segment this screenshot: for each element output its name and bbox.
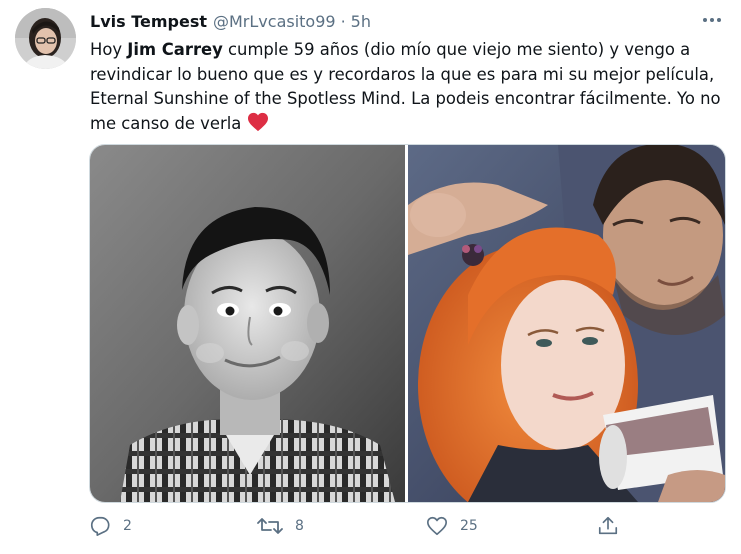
black-white-portrait-image [90,145,405,502]
timestamp[interactable]: 5h [351,12,371,31]
tweet-actions: 2 8 25 [89,510,629,542]
reply-icon [89,515,111,537]
separator-dot: · [340,11,346,31]
photo-right[interactable] [408,145,725,502]
reply-button[interactable]: 2 [89,510,132,542]
like-button[interactable]: 25 [426,510,478,542]
movie-still-image [408,145,725,502]
photo-left[interactable] [90,145,405,502]
avatar-image [15,8,76,69]
tweet-header: Lvis Tempest @MrLvcasito99 · 5h [90,10,371,32]
user-handle[interactable]: @MrLvcasito99 [213,12,336,31]
tweet-text: Hoy Jim Carrey cumple 59 años (dio mío q… [90,38,730,139]
share-button[interactable] [597,510,619,542]
heart-icon [426,515,448,537]
tweet-text-part-1: Hoy [90,40,128,59]
like-count: 25 [460,518,478,534]
avatar[interactable] [15,8,76,69]
red-heart-emoji-icon [247,112,269,140]
reply-count: 2 [123,518,132,534]
tweet-media [89,144,726,503]
more-icon[interactable] [701,12,723,28]
tweet-text-bold: Jim Carrey [127,40,223,59]
retweet-count: 8 [295,518,304,534]
display-name[interactable]: Lvis Tempest [90,12,207,31]
retweet-button[interactable]: 8 [257,510,304,542]
share-icon [597,515,619,537]
retweet-icon [257,515,283,537]
